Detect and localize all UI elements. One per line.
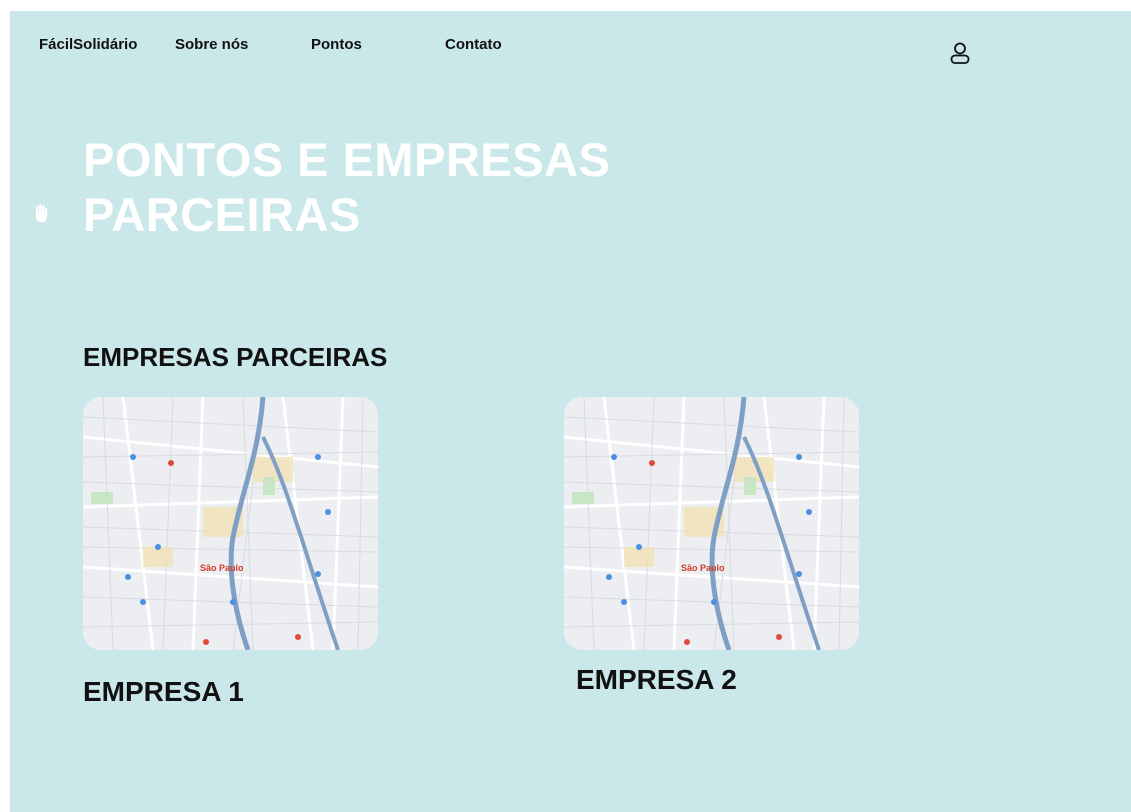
brand-logo[interactable]: FácilSolidário <box>39 36 137 60</box>
map-image: São Paulo <box>83 397 378 650</box>
map-city-label: São Paulo <box>200 563 244 573</box>
hand-icon <box>35 204 48 222</box>
page-title: PONTOS E EMPRESAS PARCEIRAS <box>83 133 611 241</box>
partner-title-1[interactable]: EMPRESA 1 <box>83 676 244 708</box>
nav-item-contato[interactable]: Contato <box>445 36 502 53</box>
map-image: São Paulo <box>564 397 859 650</box>
user-icon[interactable] <box>949 41 971 65</box>
nav-item-sobre-nos[interactable]: Sobre nós <box>175 36 248 53</box>
nav-item-pontos[interactable]: Pontos <box>311 36 362 53</box>
map-city-label: São Paulo <box>681 563 725 573</box>
partner-title-2[interactable]: EMPRESA 2 <box>576 664 737 696</box>
section-title-partners: EMPRESAS PARCEIRAS <box>83 342 388 372</box>
partner-map-1[interactable]: São Paulo <box>83 397 378 650</box>
partner-map-2[interactable]: São Paulo <box>564 397 859 650</box>
